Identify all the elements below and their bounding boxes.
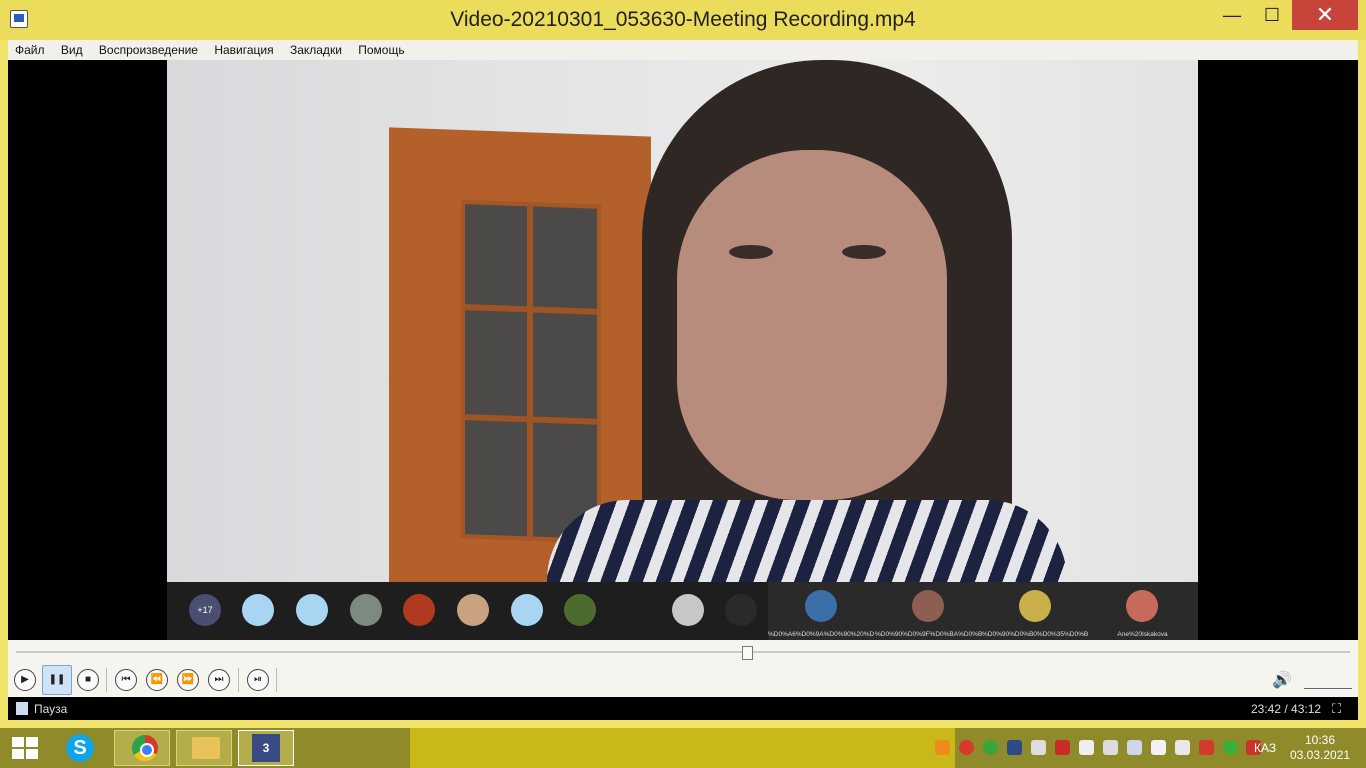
title-bar[interactable]: Video-20210301_053630-Meeting Recording.… — [0, 0, 1366, 40]
pause-button[interactable]: ❚❚ — [42, 665, 72, 695]
seek-thumb[interactable] — [742, 646, 754, 660]
forward-button[interactable]: ⏩ — [177, 669, 199, 691]
menu-view[interactable]: Вид — [54, 40, 89, 57]
maximize-button[interactable]: ☐ — [1250, 0, 1294, 30]
fullscreen-icon[interactable]: ⛶ — [1332, 701, 1341, 717]
taskbar: S 3 КАЗ 10:36 03.03.2021 — [0, 728, 1366, 768]
participant-tile: %D0%90%D0%B0%D0%35%D0%B… — [982, 582, 1089, 640]
participant-avatar — [1019, 590, 1051, 622]
participant-tile: Ane%20Iskakova — [1089, 582, 1198, 640]
clock-time: 10:36 — [1304, 733, 1336, 747]
participant-avatar — [511, 594, 543, 626]
participant-avatar — [350, 594, 382, 626]
taskbar-apps-area: S 3 — [0, 728, 410, 768]
participant-avatar — [672, 594, 704, 626]
tray-icon[interactable] — [1055, 740, 1070, 755]
frame-step-button[interactable]: ⏯ — [247, 669, 269, 691]
participant-avatar — [618, 594, 650, 626]
participant-avatar — [403, 594, 435, 626]
participant-avatar — [1126, 590, 1158, 622]
participant-tile: %D0%90%D0%9F%D0%BA%D0%B0… — [875, 582, 982, 640]
video-frame — [167, 60, 1198, 582]
close-button[interactable]: ✕ — [1292, 0, 1358, 30]
volume-slider[interactable] — [1304, 676, 1352, 689]
menu-file[interactable]: Файл — [8, 40, 51, 57]
tray-icon[interactable] — [1223, 740, 1238, 755]
participant-strip: +17 %D0%A6%D0%9A%D0%90%20%D… %D0%90%D0%9… — [167, 582, 1198, 640]
menu-navigation[interactable]: Навигация — [207, 40, 279, 57]
rewind-button[interactable]: ⏪ — [146, 669, 168, 691]
tray-icon[interactable] — [1007, 740, 1022, 755]
participant-avatar — [564, 594, 596, 626]
video-area[interactable]: +17 %D0%A6%D0%9A%D0%90%20%D… %D0%90%D0%9… — [8, 60, 1358, 640]
participant-name: Ane%20Iskakova — [1117, 631, 1168, 638]
folder-icon — [192, 737, 220, 759]
tray-icon[interactable] — [1103, 740, 1118, 755]
window-title: Video-20210301_053630-Meeting Recording.… — [450, 8, 916, 31]
status-bar: Пауза 23:42 / 43:12 ⛶ — [8, 697, 1358, 720]
tray-icon[interactable] — [959, 740, 974, 755]
menu-playback[interactable]: Воспроизведение — [92, 40, 204, 57]
participant-name: %D0%90%D0%B0%D0%35%D0%B… — [982, 631, 1089, 638]
seek-bar[interactable] — [8, 640, 1358, 664]
stop-button[interactable]: ■ — [77, 669, 99, 691]
start-button[interactable] — [12, 737, 38, 759]
status-icon — [16, 702, 28, 715]
next-button[interactable]: ⏭ — [208, 669, 230, 691]
tray-icon[interactable] — [1127, 740, 1142, 755]
chrome-icon — [132, 735, 158, 761]
participant-avatar — [457, 594, 489, 626]
menu-help[interactable]: Помощь — [351, 40, 410, 57]
skype-icon[interactable]: S — [66, 734, 94, 762]
media-player-icon: 3 — [252, 734, 280, 762]
participant-avatar — [805, 590, 837, 622]
participant-tile: %D0%A6%D0%9A%D0%90%20%D… — [768, 582, 875, 640]
playback-controls: ▶ ❚❚ ■ ⏮ ⏪ ⏩ ⏭ ⏯ 🔊 — [8, 664, 1358, 697]
tray-icon[interactable] — [983, 740, 998, 755]
clock-date: 03.03.2021 — [1290, 748, 1351, 762]
menu-bar: Файл Вид Воспроизведение Навигация Закла… — [8, 40, 1358, 60]
participant-avatar — [242, 594, 274, 626]
battery-icon[interactable] — [1151, 740, 1166, 755]
tray-icon[interactable] — [935, 740, 950, 755]
tray-icon[interactable] — [1079, 740, 1094, 755]
playback-status: Пауза — [34, 702, 68, 716]
minimize-button[interactable]: — — [1210, 0, 1254, 30]
language-indicator[interactable]: КАЗ — [1254, 741, 1276, 755]
participant-name: %D0%90%D0%9F%D0%BA%D0%B0… — [875, 631, 982, 638]
clock[interactable]: 10:36 03.03.2021 — [1290, 733, 1350, 763]
menu-bookmarks[interactable]: Закладки — [283, 40, 348, 57]
participant-avatar — [296, 594, 328, 626]
seek-track[interactable] — [16, 651, 1350, 653]
previous-button[interactable]: ⏮ — [115, 669, 137, 691]
person-face — [677, 150, 947, 500]
participant-avatar — [912, 590, 944, 622]
media-player-window: Video-20210301_053630-Meeting Recording.… — [0, 0, 1366, 728]
time-display: 23:42 / 43:12 — [1251, 702, 1322, 716]
play-button[interactable]: ▶ — [14, 669, 36, 691]
participant-avatar — [725, 594, 757, 626]
volume-muted-icon[interactable] — [1199, 740, 1214, 755]
volume-icon[interactable]: 🔊 — [1272, 670, 1292, 690]
tray-icon[interactable] — [1031, 740, 1046, 755]
more-participants-badge: +17 — [189, 594, 221, 626]
network-icon[interactable] — [1175, 740, 1190, 755]
participant-name: %D0%A6%D0%9A%D0%90%20%D… — [768, 631, 875, 638]
person-shirt — [547, 500, 1067, 582]
